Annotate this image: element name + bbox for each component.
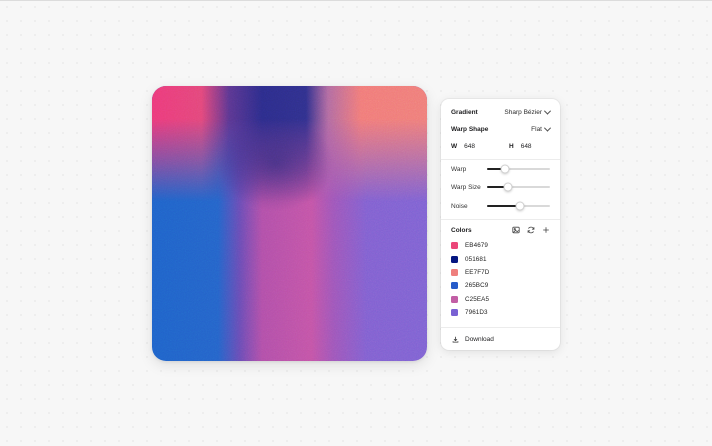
color-swatch [451,268,458,276]
color-hex: 265BC9 [465,282,489,290]
color-item[interactable]: C25EA5 [451,293,489,306]
noise-overlay [152,86,427,361]
warp-size-label: Warp Size [451,183,481,191]
chevron-down-icon [543,124,552,132]
colors-label: Colors [451,226,472,234]
warp-size-slider[interactable] [487,182,550,192]
gradient-top-layer [152,86,427,361]
height-label: H [509,142,514,150]
gradient-row: Gradient Sharp Bézier [451,106,552,118]
size-row: W 648 H 648 [451,140,532,152]
gradient-label: Gradient [451,108,478,116]
color-swatch [451,295,458,303]
refresh-icon[interactable] [527,226,535,234]
chevron-down-icon [543,107,552,115]
color-swatch [451,282,458,290]
noise-slider-row: Noise [451,200,550,212]
width-value: 648 [464,142,475,150]
colors-header: Colors [451,224,550,236]
gradient-type-value: Sharp Bézier [504,108,542,116]
noise-slider-thumb[interactable] [515,201,525,211]
color-item[interactable]: 7961D3 [451,306,489,319]
width-field[interactable]: W 648 [451,143,475,150]
color-item[interactable]: EB4679 [451,239,489,252]
divider [441,159,560,160]
download-icon [452,336,459,343]
color-hex: EB4679 [465,242,489,250]
warp-slider-thumb[interactable] [500,164,510,174]
gradient-warp-shadow [152,86,427,361]
gradient-type-dropdown[interactable]: Sharp Bézier [504,107,552,116]
color-swatch [451,242,458,250]
settings-panel: Gradient Sharp Bézier Warp Shape Flat W … [441,99,560,350]
download-button[interactable]: Download [452,334,494,344]
warp-slider-row: Warp [451,163,550,175]
noise-label: Noise [451,202,468,210]
warp-label: Warp [451,165,467,173]
warp-size-slider-row: Warp Size [451,181,550,193]
color-hex: 7961D3 [465,309,488,317]
image-icon[interactable] [512,226,520,234]
divider [441,327,560,328]
plus-icon[interactable] [542,226,550,234]
divider [441,219,560,220]
color-hex: C25EA5 [465,295,490,303]
warp-shape-label: Warp Shape [451,125,489,133]
color-list: EB4679 051681 EE7F7D 265BC9 C25EA5 7961D… [451,239,489,319]
warp-shape-value: Flat [531,125,542,133]
colors-toolbar [512,226,550,234]
noise-slider[interactable] [487,201,550,211]
gradient-canvas[interactable] [152,86,427,361]
color-swatch [451,309,458,317]
color-hex: EE7F7D [465,268,490,276]
color-item[interactable]: EE7F7D [451,266,489,279]
color-swatch [451,255,458,263]
warp-shape-dropdown[interactable]: Flat [531,124,552,133]
height-value: 648 [520,142,532,150]
warp-size-slider-thumb[interactable] [503,182,513,192]
color-item[interactable]: 265BC9 [451,279,489,292]
download-label: Download [465,335,494,343]
gradient-base-layer [152,86,427,361]
height-field[interactable]: H 648 [509,143,532,150]
warp-slider[interactable] [487,164,550,174]
color-item[interactable]: 051681 [451,252,489,265]
warp-shape-row: Warp Shape Flat [451,123,552,135]
color-hex: 051681 [465,255,487,263]
width-label: W [451,142,458,150]
